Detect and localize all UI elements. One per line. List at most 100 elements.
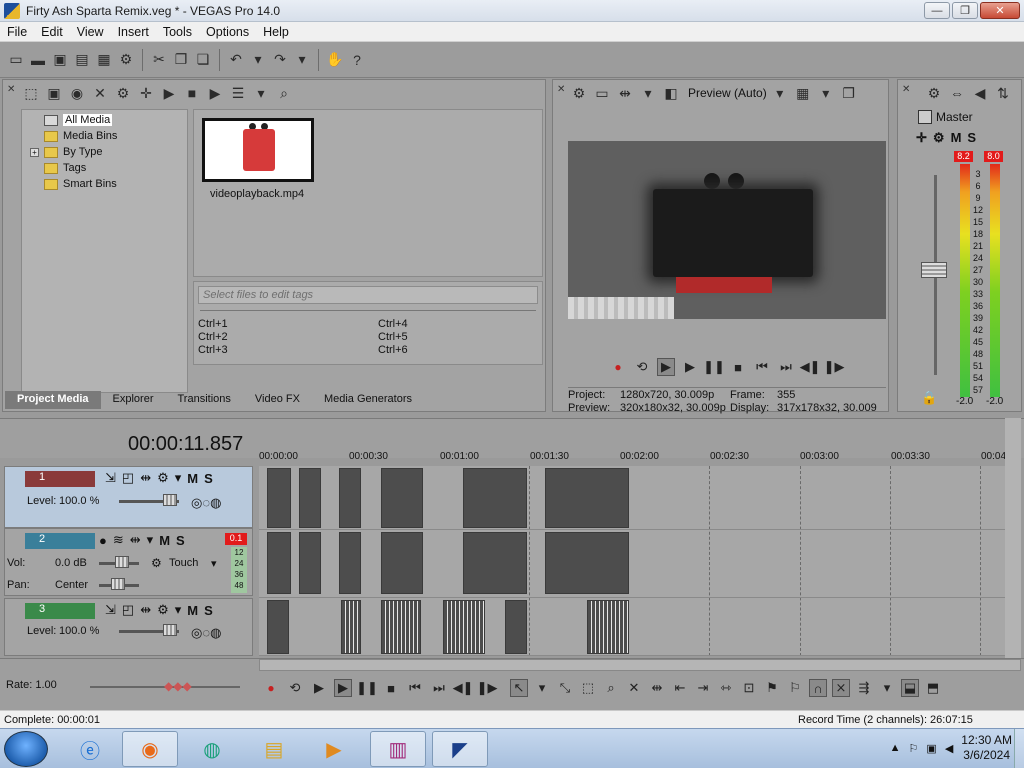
automation-gear-icon[interactable]: ⚙ bbox=[151, 556, 162, 570]
menu-options[interactable]: Options bbox=[199, 25, 256, 39]
record-icon[interactable]: ● bbox=[609, 358, 627, 376]
trim-icon[interactable]: ⇹ bbox=[648, 679, 666, 697]
track-fx-dropdown-icon[interactable]: ▾ bbox=[175, 602, 182, 618]
trim-end-icon[interactable]: ⇥ bbox=[694, 679, 712, 697]
tab-video-fx[interactable]: Video FX bbox=[243, 391, 312, 409]
split-screen-icon[interactable]: ⇹ bbox=[615, 83, 635, 103]
track-fx-dropdown-icon[interactable]: ▾ bbox=[175, 470, 182, 486]
preview-settings-gear-icon[interactable]: ⚙ bbox=[569, 83, 589, 103]
zoom-tool-icon[interactable]: ⌕ bbox=[602, 679, 620, 697]
show-hidden-icons-icon[interactable]: ▲ bbox=[890, 742, 901, 754]
panel-close-icon[interactable]: ✕ bbox=[557, 84, 565, 95]
video-clip[interactable] bbox=[381, 600, 421, 654]
preview-mode-icon[interactable]: ◧ bbox=[661, 83, 681, 103]
master-fader-handle[interactable] bbox=[921, 262, 947, 278]
video-clip[interactable] bbox=[341, 600, 361, 654]
tags-input[interactable]: Select files to edit tags bbox=[198, 286, 538, 304]
video-clip[interactable] bbox=[381, 468, 423, 528]
previous-frame-icon[interactable]: ◀❚ bbox=[800, 358, 821, 376]
track-fx-icon[interactable]: ⇹ bbox=[130, 532, 141, 548]
play-icon[interactable]: ▶ bbox=[334, 679, 352, 697]
normal-edit-tool-icon[interactable]: ↖ bbox=[510, 679, 528, 697]
redo-dropdown-icon[interactable]: ▾ bbox=[292, 50, 312, 70]
menu-edit[interactable]: Edit bbox=[34, 25, 70, 39]
external-monitor-icon[interactable]: ▭ bbox=[592, 83, 612, 103]
audio-clip[interactable] bbox=[339, 532, 361, 594]
audio-clip[interactable] bbox=[463, 532, 527, 594]
media-properties-icon[interactable]: ⚙ bbox=[113, 83, 133, 103]
network-icon[interactable]: ▣ bbox=[926, 742, 936, 755]
tree-item-media-bins[interactable]: Media Bins bbox=[44, 128, 187, 144]
video-clip[interactable] bbox=[505, 600, 527, 654]
time-ruler[interactable]: 00:00:00 00:00:30 00:01:00 00:01:30 00:0… bbox=[259, 449, 1009, 465]
play-from-start-icon[interactable]: ▶ bbox=[657, 358, 675, 376]
minimize-button[interactable]: — bbox=[924, 2, 950, 19]
start-preview-icon[interactable]: ▶ bbox=[159, 83, 179, 103]
video-clip[interactable] bbox=[267, 600, 289, 654]
video-clip[interactable] bbox=[463, 468, 527, 528]
composite-level-icon[interactable]: ◎◌◍ bbox=[191, 625, 221, 641]
track-fx-gear-icon[interactable]: ⚙ bbox=[157, 602, 169, 618]
start-button[interactable] bbox=[4, 731, 48, 767]
views-icon[interactable]: ☰ bbox=[228, 83, 248, 103]
import-media-icon[interactable]: ⬚ bbox=[21, 83, 41, 103]
whats-this-help-icon[interactable]: ? bbox=[347, 50, 367, 70]
new-project-icon[interactable]: ▭ bbox=[6, 50, 26, 70]
video-clip[interactable] bbox=[443, 600, 485, 654]
copy-snapshot-icon[interactable]: ❐ bbox=[839, 83, 859, 103]
video-clip[interactable] bbox=[545, 468, 629, 528]
automation-dropdown-icon[interactable]: ▾ bbox=[211, 557, 217, 570]
menu-insert[interactable]: Insert bbox=[111, 25, 156, 39]
media-thumbnail[interactable] bbox=[202, 118, 314, 182]
action-center-flag-icon[interactable]: ⚐ bbox=[909, 742, 919, 755]
play-icon[interactable]: ▶ bbox=[681, 358, 699, 376]
level-slider-handle[interactable] bbox=[163, 624, 177, 636]
maximize-button[interactable]: ❐ bbox=[952, 2, 978, 19]
selection-tool-icon[interactable]: ⬚ bbox=[579, 679, 597, 697]
stop-icon[interactable]: ■ bbox=[382, 679, 400, 697]
chat-app-icon[interactable]: ◍ bbox=[184, 731, 240, 767]
play-from-start-icon[interactable]: ▶ bbox=[310, 679, 328, 697]
volume-icon[interactable]: ◀ bbox=[945, 742, 953, 755]
trim-start-icon[interactable]: ⇤ bbox=[671, 679, 689, 697]
marker-icon[interactable]: ⚑ bbox=[763, 679, 781, 697]
show-desktop-button[interactable] bbox=[1014, 729, 1024, 768]
tab-explorer[interactable]: Explorer bbox=[101, 391, 166, 409]
loop-playback-icon[interactable]: ⟲ bbox=[633, 358, 651, 376]
track-motion-icon[interactable]: ⇲ bbox=[105, 470, 116, 486]
pause-icon[interactable]: ❚❚ bbox=[356, 679, 378, 697]
render-icon[interactable]: ▦ bbox=[94, 50, 114, 70]
level-slider-handle[interactable] bbox=[163, 494, 177, 506]
tag-shortcut[interactable]: Ctrl+1 bbox=[198, 318, 378, 330]
edit-tool-dropdown-icon[interactable]: ▾ bbox=[533, 679, 551, 697]
video-clip[interactable] bbox=[299, 468, 321, 528]
go-to-end-icon[interactable]: ⏭ bbox=[430, 679, 448, 697]
solo-button[interactable]: S bbox=[204, 471, 213, 486]
ripple-dropdown-icon[interactable]: ▾ bbox=[878, 679, 896, 697]
overlays-dropdown-icon[interactable]: ▾ bbox=[816, 83, 836, 103]
save-icon[interactable]: ▣ bbox=[50, 50, 70, 70]
video-clip[interactable] bbox=[339, 468, 361, 528]
open-folder-icon[interactable]: ▬ bbox=[28, 50, 48, 70]
previous-frame-icon[interactable]: ◀❚ bbox=[453, 679, 474, 697]
winrar-icon[interactable]: ▥ bbox=[370, 731, 426, 767]
undo-dropdown-icon[interactable]: ▾ bbox=[248, 50, 268, 70]
overlays-grid-icon[interactable]: ▦ bbox=[793, 83, 813, 103]
file-explorer-icon[interactable]: ▤ bbox=[246, 731, 302, 767]
go-to-start-icon[interactable]: ⏮ bbox=[753, 358, 771, 376]
pause-icon[interactable]: ❚❚ bbox=[703, 358, 725, 376]
audio-clip[interactable] bbox=[299, 532, 321, 594]
envelope-tool-icon[interactable]: ⤡ bbox=[556, 679, 574, 697]
tag-shortcut[interactable]: Ctrl+6 bbox=[378, 344, 538, 356]
copy-icon[interactable]: ❐ bbox=[171, 50, 191, 70]
track-fx-dropdown-icon[interactable]: ▾ bbox=[147, 532, 154, 548]
track-motion-icon[interactable]: ⇲ bbox=[105, 602, 116, 618]
ripple-edit-icon[interactable]: ⇶ bbox=[855, 679, 873, 697]
taskbar-clock[interactable]: 12:30 AM 3/6/2024 bbox=[961, 733, 1012, 763]
media-fx-icon[interactable]: ✛ bbox=[136, 83, 156, 103]
next-frame-icon[interactable]: ❚▶ bbox=[824, 358, 845, 376]
cursor-time-display[interactable]: 00:00:11.857 bbox=[128, 433, 243, 456]
tab-transitions[interactable]: Transitions bbox=[166, 391, 243, 409]
timeline-horizontal-scrollbar[interactable] bbox=[259, 659, 1021, 671]
tree-item-all-media[interactable]: All Media bbox=[44, 112, 187, 128]
